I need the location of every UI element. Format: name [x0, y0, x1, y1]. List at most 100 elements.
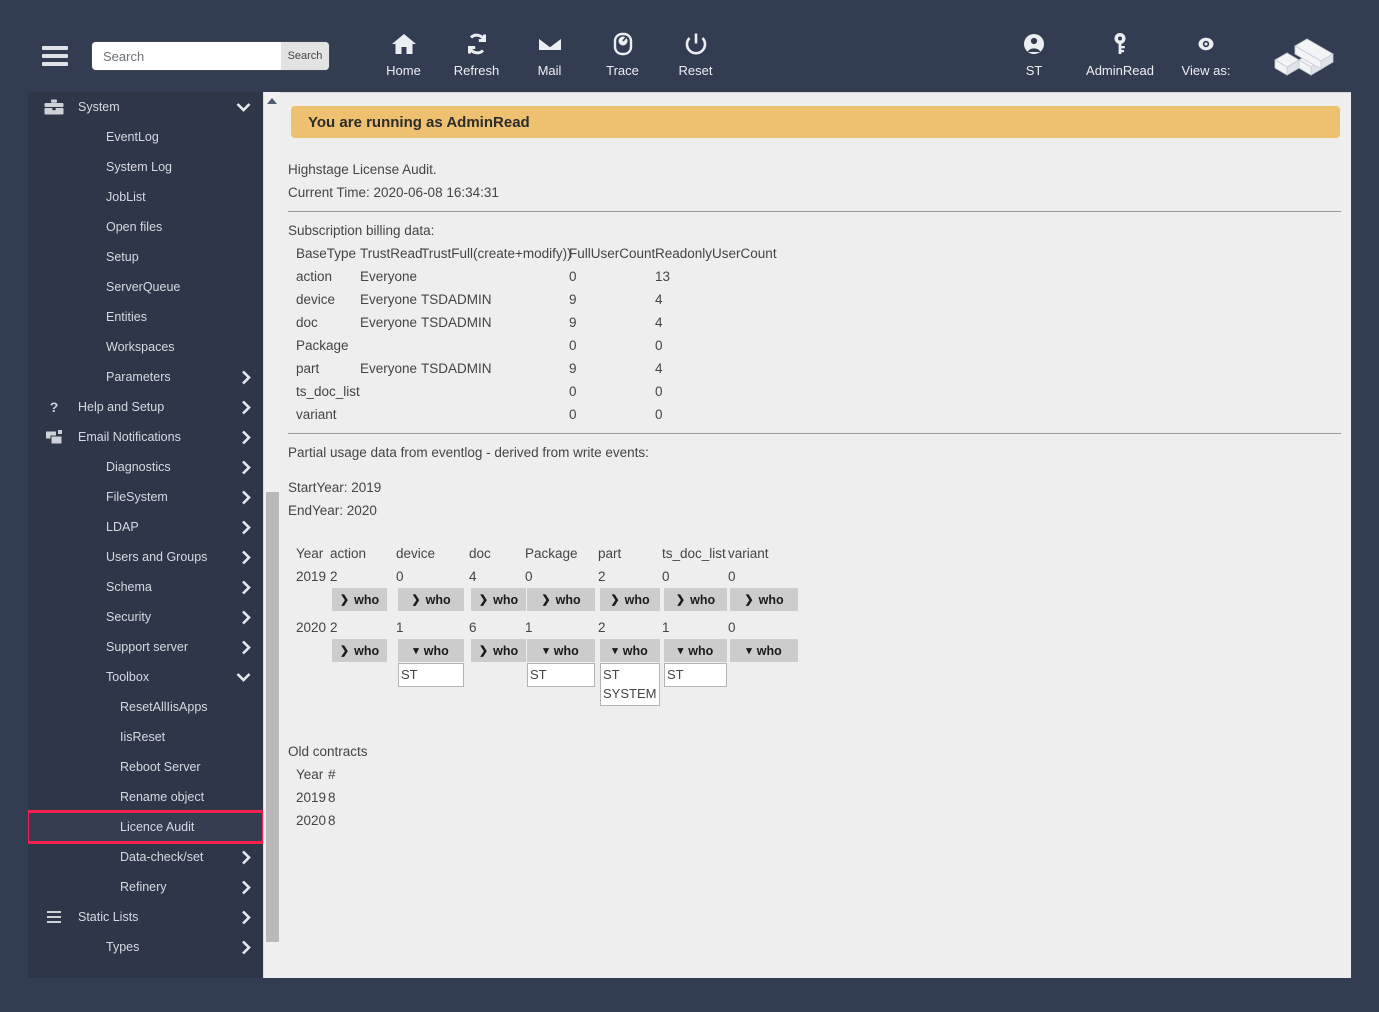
- who-toggle-button[interactable]: ❯ who: [471, 639, 526, 662]
- sidebar-item-types[interactable]: Types: [28, 932, 263, 962]
- nav-home[interactable]: Home: [367, 30, 440, 78]
- who-toggle-button[interactable]: ❯ who: [398, 588, 464, 611]
- scroll-up-button[interactable]: [264, 92, 280, 109]
- who-toggle-button[interactable]: ❯ who: [332, 639, 387, 662]
- who-toggle-button[interactable]: ❯ who: [332, 588, 387, 611]
- chevron-right-icon[interactable]: [241, 872, 251, 902]
- table-row: ts_doc_list 0 0: [288, 380, 1341, 403]
- table-row: variant 0 0: [288, 403, 1341, 426]
- nav-refresh-label: Refresh: [453, 63, 500, 78]
- who-toggle-button[interactable]: ❯ who: [600, 588, 660, 611]
- chevron-right-icon[interactable]: [241, 932, 251, 962]
- sidebar-item-security[interactable]: Security: [28, 602, 263, 632]
- sidebar-item-label: Schema: [106, 580, 152, 594]
- sidebar-item-rename-object[interactable]: Rename object: [28, 782, 263, 812]
- table-cell: ts_doc_list: [296, 384, 360, 399]
- chevron-right-icon[interactable]: [241, 392, 251, 422]
- sidebar-scrollbar[interactable]: [263, 92, 280, 978]
- usage-year-cell: 2019: [296, 569, 327, 584]
- sidebar-item-entities[interactable]: Entities: [28, 302, 263, 332]
- sidebar-item-open-files[interactable]: Open files: [28, 212, 263, 242]
- sidebar-item-label: Open files: [106, 220, 163, 234]
- chevron-right-icon[interactable]: [241, 632, 251, 662]
- sidebar-item-ldap[interactable]: LDAP: [28, 512, 263, 542]
- sidebar-item-support-server[interactable]: Support server: [28, 632, 263, 662]
- sidebar-item-filesystem[interactable]: FileSystem: [28, 482, 263, 512]
- sidebar-item-help-and-setup[interactable]: ? Help and Setup: [28, 392, 263, 422]
- chevron-right-icon[interactable]: [241, 842, 251, 872]
- chevron-right-icon[interactable]: [241, 452, 251, 482]
- chevron-right-icon[interactable]: [241, 602, 251, 632]
- sidebar-item-static-lists[interactable]: Static Lists: [28, 902, 263, 932]
- nav-trace[interactable]: Trace: [586, 30, 659, 78]
- sidebar-item-label: ServerQueue: [106, 280, 181, 294]
- sidebar-item-refinery[interactable]: Refinery: [28, 872, 263, 902]
- who-toggle-button[interactable]: ▾ who: [730, 639, 798, 662]
- sidebar-item-toolbox[interactable]: Toolbox: [28, 662, 263, 692]
- sidebar-item-joblist[interactable]: JobList: [28, 182, 263, 212]
- nav-refresh[interactable]: Refresh: [440, 30, 513, 78]
- hamburger-bar: [42, 62, 68, 66]
- sidebar-item-serverqueue[interactable]: ServerQueue: [28, 272, 263, 302]
- chevron-up-icon: [267, 97, 277, 104]
- chevron-right-icon[interactable]: [241, 422, 251, 452]
- chevron-down-icon[interactable]: [236, 92, 251, 122]
- highstage-cube-logo-icon[interactable]: [1271, 32, 1337, 91]
- table-header-row: Year #: [288, 763, 1341, 786]
- nav-mail[interactable]: Mail: [513, 30, 586, 78]
- sidebar-item-system[interactable]: System: [28, 92, 263, 122]
- sidebar-item-workspaces[interactable]: Workspaces: [28, 332, 263, 362]
- sidebar-item-resetalliisapps[interactable]: ResetAllIisApps: [28, 692, 263, 722]
- sidebar-item-label: IisReset: [120, 730, 166, 744]
- question-icon: ?: [49, 399, 59, 415]
- nav-view-as[interactable]: View as:: [1163, 30, 1249, 78]
- nav-user[interactable]: ST: [991, 30, 1077, 78]
- usage-count-cell: 4: [469, 569, 477, 584]
- sidebar-item-label: Static Lists: [78, 910, 139, 924]
- chevron-right-icon[interactable]: [241, 482, 251, 512]
- who-user-list: ST: [664, 663, 727, 687]
- old-contracts-table: Year #2019 8 2020 8: [288, 763, 1341, 832]
- column-header: Year: [296, 767, 324, 782]
- sidebar-item-users-and-groups[interactable]: Users and Groups: [28, 542, 263, 572]
- chevron-right-icon[interactable]: [241, 542, 251, 572]
- scrollbar-thumb[interactable]: [266, 492, 279, 942]
- chevron-right-icon[interactable]: [241, 902, 251, 932]
- sidebar-item-parameters[interactable]: Parameters: [28, 362, 263, 392]
- table-cell: 0: [569, 407, 577, 422]
- sidebar-item-eventlog[interactable]: EventLog: [28, 122, 263, 152]
- sidebar-item-diagnostics[interactable]: Diagnostics: [28, 452, 263, 482]
- sidebar-item-licence-audit[interactable]: Licence Audit: [28, 810, 263, 844]
- who-toggle-button[interactable]: ▾ who: [664, 639, 727, 662]
- report-title: Highstage License Audit.: [288, 162, 437, 177]
- search-box[interactable]: Search: [92, 42, 329, 70]
- sidebar-item-email-notifications[interactable]: Email Notifications: [28, 422, 263, 452]
- search-submit-button[interactable]: Search: [281, 42, 329, 70]
- sidebar-item-data-check-set[interactable]: Data-check/set: [28, 842, 263, 872]
- chevron-right-icon[interactable]: [241, 512, 251, 542]
- who-toggle-button[interactable]: ❯ who: [664, 588, 727, 611]
- sidebar-item-reboot-server[interactable]: Reboot Server: [28, 752, 263, 782]
- who-toggle-button[interactable]: ▾ who: [398, 639, 464, 662]
- chevron-right-icon[interactable]: [241, 362, 251, 392]
- who-toggle-button[interactable]: ❯ who: [527, 588, 595, 611]
- who-toggle-button[interactable]: ❯ who: [730, 588, 798, 611]
- sidebar-item-iisreset[interactable]: IisReset: [28, 722, 263, 752]
- sidebar-item-setup[interactable]: Setup: [28, 242, 263, 272]
- nav-role[interactable]: AdminRead: [1077, 30, 1163, 78]
- sidebar-item-schema[interactable]: Schema: [28, 572, 263, 602]
- table-cell: Package: [296, 338, 349, 353]
- search-input[interactable]: [92, 42, 281, 70]
- chevron-down-icon: ▾: [413, 645, 419, 657]
- sidebar-item-system-log[interactable]: System Log: [28, 152, 263, 182]
- who-toggle-button[interactable]: ▾ who: [600, 639, 660, 662]
- nav-reset[interactable]: Reset: [659, 30, 732, 78]
- sidebar-item-label: Entities: [106, 310, 147, 324]
- who-toggle-button[interactable]: ▾ who: [527, 639, 595, 662]
- sidebar-item-label: Email Notifications: [78, 430, 181, 444]
- who-toggle-button[interactable]: ❯ who: [471, 588, 526, 611]
- chevron-down-icon[interactable]: [236, 662, 251, 692]
- chevron-right-icon[interactable]: [241, 572, 251, 602]
- menu-toggle-icon[interactable]: [42, 46, 68, 66]
- usage-count-cell: 0: [662, 569, 670, 584]
